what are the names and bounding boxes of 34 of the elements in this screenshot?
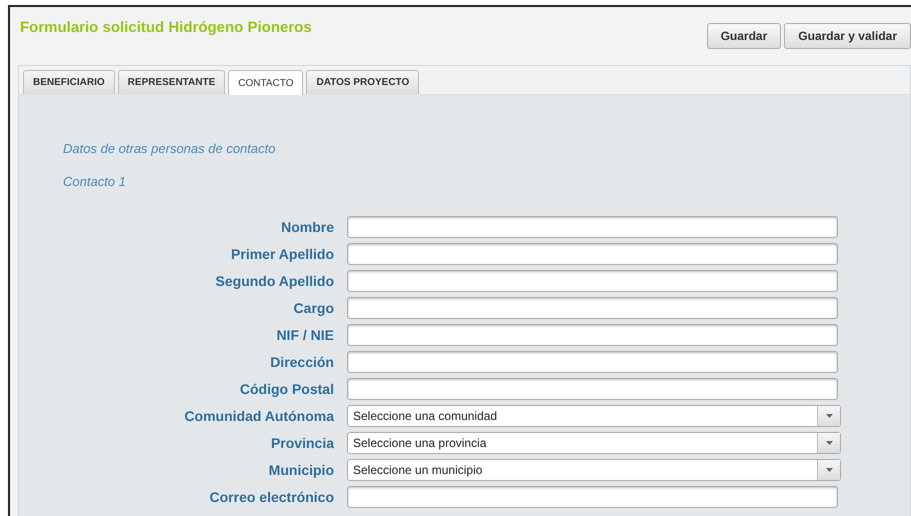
caret-icon bbox=[826, 414, 832, 418]
form-title: Formulario solicitud Hidrógeno Pioneros bbox=[20, 19, 312, 36]
field-label: Correo electrónico bbox=[208, 489, 335, 505]
tab[interactable]: DATOS PROYECTO bbox=[306, 70, 420, 94]
field-label: Primer Apellido bbox=[230, 246, 335, 262]
input-field[interactable] bbox=[347, 351, 838, 373]
field-label: Código Postal bbox=[238, 381, 335, 397]
field-label: Municipio bbox=[268, 462, 335, 478]
tab[interactable]: REPRESENTANTE bbox=[118, 70, 226, 94]
tab[interactable]: CONTACTO bbox=[228, 70, 304, 95]
input-field[interactable] bbox=[347, 216, 838, 238]
input-field[interactable] bbox=[347, 378, 838, 400]
save-button[interactable]: Guardar bbox=[706, 23, 782, 49]
subsection-title: Contacto 1 bbox=[63, 174, 127, 189]
field-label: Dirección bbox=[269, 354, 335, 370]
dropdown-field[interactable]: Seleccione una comunidad bbox=[347, 405, 841, 427]
input-field[interactable] bbox=[347, 324, 838, 346]
input-field[interactable] bbox=[347, 486, 838, 508]
input-field[interactable] bbox=[347, 243, 838, 265]
caret-icon bbox=[826, 441, 832, 445]
input-field[interactable] bbox=[347, 297, 838, 319]
field-label: Comunidad Autónoma bbox=[183, 408, 336, 424]
field-label: NIF / NIE bbox=[275, 327, 335, 343]
field-label: Cargo bbox=[292, 300, 335, 316]
tab[interactable]: BENEFICIARIO bbox=[23, 70, 115, 94]
field-label: Nombre bbox=[280, 219, 335, 235]
field-label: Segundo Apellido bbox=[214, 273, 335, 289]
section-title: Datos de otras personas de contacto bbox=[63, 141, 276, 156]
dropdown-field[interactable]: Seleccione una provincia bbox=[347, 432, 841, 454]
field-label: Provincia bbox=[270, 435, 336, 451]
save-validate-button[interactable]: Guardar y validar bbox=[784, 23, 911, 49]
input-field[interactable] bbox=[347, 270, 838, 292]
dropdown-field[interactable]: Seleccione un municipio bbox=[347, 459, 841, 481]
caret-icon bbox=[826, 468, 832, 472]
